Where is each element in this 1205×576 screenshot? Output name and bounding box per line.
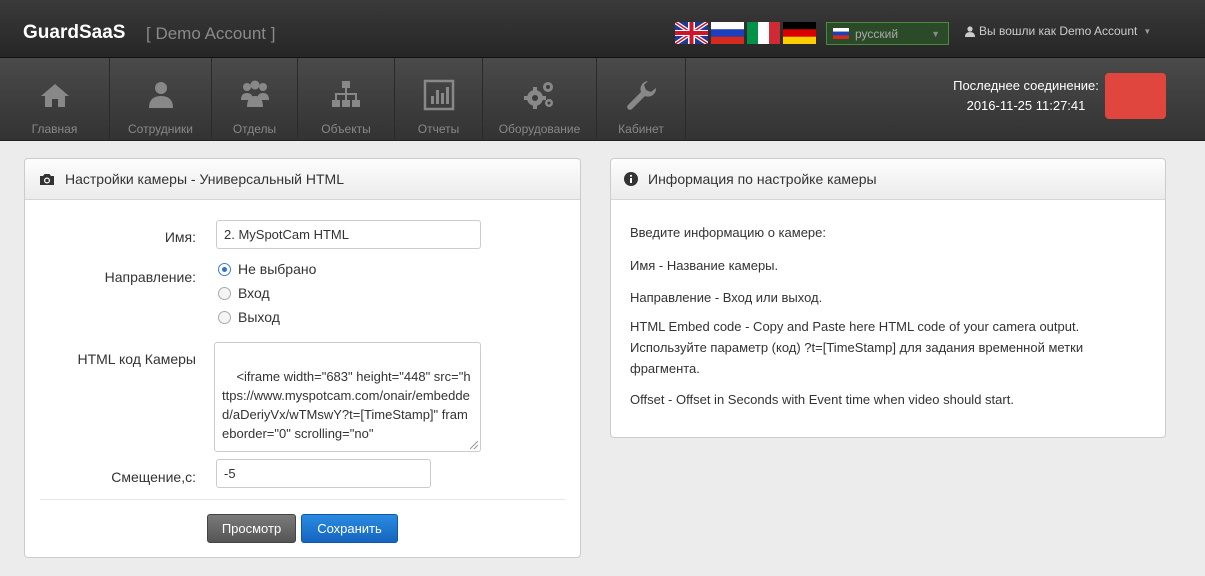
last-connection: Последнее соединение: 2016-11-25 11:27:4… xyxy=(950,76,1102,116)
camera-icon xyxy=(40,173,54,185)
user-menu[interactable]: Вы вошли как Demo Account ▼ xyxy=(965,24,1151,38)
users-icon xyxy=(240,80,269,107)
radio-button[interactable] xyxy=(218,310,231,324)
info-line: Имя - Название камеры. xyxy=(630,258,779,273)
radio-button[interactable] xyxy=(218,262,231,276)
user-icon xyxy=(965,25,975,37)
nav-item-label: Сотрудники xyxy=(128,122,193,136)
brand-logo[interactable]: GuardSaaS xyxy=(23,22,125,44)
html-code-textarea[interactable]: <iframe width="683" height="448" src="ht… xyxy=(214,342,481,452)
info-line: Offset - Offset in Seconds with Event ti… xyxy=(630,392,1014,407)
nav-item-reports[interactable]: Отчеты xyxy=(395,58,483,141)
preview-button[interactable]: Просмотр xyxy=(207,514,296,543)
user-menu-label: Вы вошли как Demo Account xyxy=(979,24,1138,38)
flag-uk-icon[interactable] xyxy=(675,22,708,44)
html-code-label: HTML код Камеры xyxy=(77,351,196,367)
offset-label: Смещение,с: xyxy=(111,469,196,485)
nav-item-label: Отчеты xyxy=(417,122,460,136)
camera-settings-header: Настройки камеры - Универсальный HTML xyxy=(25,159,580,200)
camera-info-header: Информация по настройке камеры xyxy=(611,159,1165,200)
last-connection-label: Последнее соединение: xyxy=(953,78,1099,93)
camera-info-title: Информация по настройке камеры xyxy=(648,171,877,187)
direction-option-in[interactable]: Вход xyxy=(218,285,270,301)
connection-status-indicator xyxy=(1105,73,1166,119)
direction-option-label: Выход xyxy=(238,309,280,325)
name-input[interactable]: 2. MySpotCam HTML xyxy=(216,220,481,249)
nav-item-objects[interactable]: Объекты xyxy=(298,58,395,141)
form-divider xyxy=(40,499,565,500)
info-icon xyxy=(624,172,638,186)
gears-icon xyxy=(523,82,553,109)
flag-it-icon[interactable] xyxy=(747,22,780,44)
info-line: Введите информацию о камере: xyxy=(630,225,826,240)
language-flags xyxy=(675,22,816,44)
direction-label: Направление: xyxy=(104,269,196,285)
name-label: Имя: xyxy=(164,229,196,245)
nav-item-departments[interactable]: Отделы xyxy=(212,58,298,141)
account-tag: [ Demo Account ] xyxy=(146,24,276,43)
nav-item-home[interactable]: Главная xyxy=(0,58,110,141)
resize-handle-icon[interactable] xyxy=(470,441,478,449)
last-connection-value: 2016-11-25 11:27:41 xyxy=(966,98,1086,113)
nav-item-label: Оборудование xyxy=(498,122,581,136)
user-icon xyxy=(148,82,173,108)
main-nav: Главная Сотрудники Отделы Объекты Отчеты… xyxy=(0,58,1205,141)
offset-input[interactable]: -5 xyxy=(216,459,431,488)
nav-item-label: Объекты xyxy=(321,122,371,136)
nav-item-label: Отделы xyxy=(232,122,277,136)
chart-icon xyxy=(423,79,454,111)
nav-item-cabinet[interactable]: Кабинет xyxy=(597,58,686,141)
direction-option-label: Вход xyxy=(238,285,270,301)
direction-option-label: Не выбрано xyxy=(238,261,317,277)
language-select[interactable]: русский ▼ xyxy=(826,22,949,45)
camera-settings-title: Настройки камеры - Универсальный HTML xyxy=(65,171,344,187)
html-code-value: <iframe width="683" height="448" src="ht… xyxy=(222,369,471,441)
chevron-down-icon: ▼ xyxy=(931,29,940,39)
camera-settings-panel: Настройки камеры - Универсальный HTML Им… xyxy=(24,158,581,558)
home-icon xyxy=(40,84,69,107)
chevron-down-icon: ▼ xyxy=(1143,26,1152,36)
radio-button[interactable] xyxy=(218,286,231,300)
nav-item-label: Кабинет xyxy=(618,122,664,136)
flag-ru-icon[interactable] xyxy=(711,22,744,44)
camera-info-panel: Информация по настройке камеры Введите и… xyxy=(610,158,1166,438)
info-line: HTML Embed code - Copy and Paste here HT… xyxy=(630,319,1084,376)
save-button[interactable]: Сохранить xyxy=(301,514,398,543)
nav-item-equipment[interactable]: Оборудование xyxy=(483,58,597,141)
info-line: Направление - Вход или выход. xyxy=(630,290,823,305)
sitemap-icon xyxy=(332,81,360,107)
nav-item-employees[interactable]: Сотрудники xyxy=(110,58,212,141)
flag-de-icon[interactable] xyxy=(783,22,816,44)
flag-ru-icon xyxy=(833,28,849,39)
nav-item-label: Главная xyxy=(31,122,78,136)
wrench-icon xyxy=(627,81,657,110)
language-select-value: русский xyxy=(855,26,899,41)
direction-option-out[interactable]: Выход xyxy=(218,309,280,325)
direction-option-none[interactable]: Не выбрано xyxy=(218,261,316,277)
top-bar: GuardSaaS [ Demo Account ] русский ▼ Вы … xyxy=(0,0,1205,58)
